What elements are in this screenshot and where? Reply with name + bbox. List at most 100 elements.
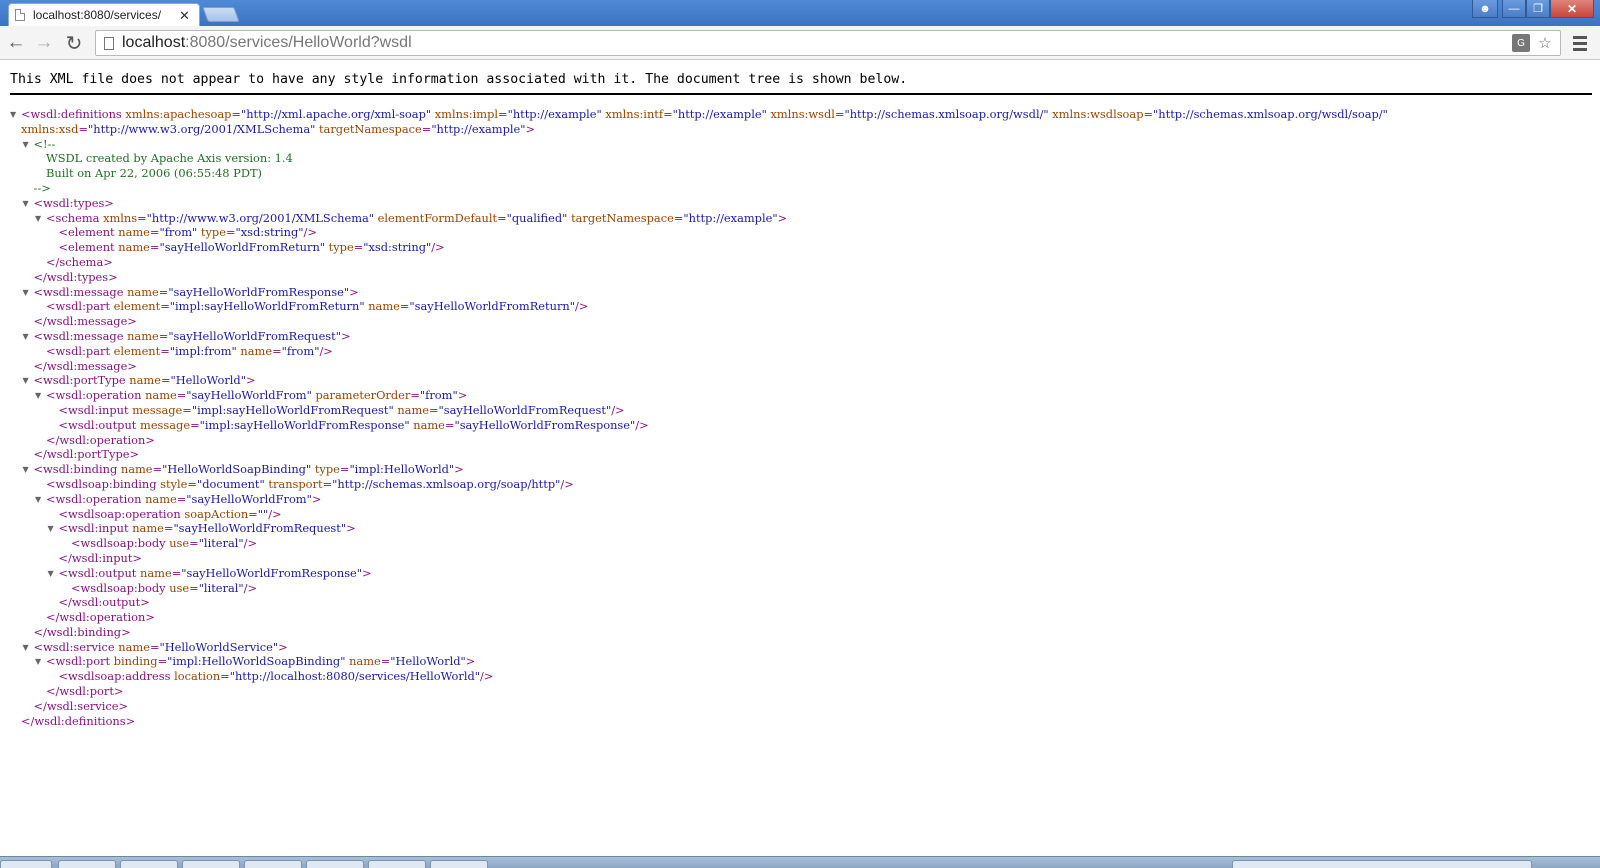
xml-token: /> (635, 417, 649, 432)
xml-token: "literal" (198, 580, 244, 595)
collapse-triangle-icon[interactable]: ▼ (23, 641, 34, 656)
xml-token: "from" (281, 343, 320, 358)
xml-line: ▼ <wsdl:types> (10, 196, 1550, 211)
xml-token: element (113, 343, 161, 358)
taskbar-item[interactable] (182, 860, 240, 868)
reload-icon[interactable]: ↻ (62, 31, 86, 55)
xml-token: /> (574, 299, 589, 314)
xml-token: <wsdl:output (58, 417, 141, 432)
xml-token: <wsdlsoap:address (58, 669, 175, 684)
collapse-triangle-icon[interactable]: ▼ (10, 108, 21, 123)
collapse-triangle-icon[interactable]: ▼ (48, 522, 59, 537)
xml-token: "sayHelloWorldFromResponse" (454, 417, 636, 432)
taskbar-item[interactable] (306, 860, 364, 868)
xml-token: name (118, 639, 150, 654)
xml-line: <wsdl:input message="impl:sayHelloWorldF… (10, 403, 1550, 418)
new-tab-button[interactable] (202, 7, 240, 22)
xml-token: "HelloWorldService" (159, 639, 279, 654)
xml-token: = (220, 669, 230, 684)
xml-token: = (158, 284, 169, 299)
xml-token: "http://xml.apache.org/xml-soap" (240, 107, 432, 121)
restore-button[interactable]: ❐ (1526, 0, 1550, 18)
star-icon[interactable]: ☆ (1536, 34, 1554, 52)
xml-document-tree: ▼ <wsdl:definitions xmlns:apachesoap="htt… (10, 107, 1550, 728)
user-icon[interactable]: ☻ (1472, 0, 1498, 18)
taskbar-item[interactable] (244, 860, 302, 868)
xml-token: name (127, 328, 159, 343)
xml-token: <wsdl:portType (33, 373, 130, 388)
xml-token: xmlns:impl (434, 107, 499, 121)
xml-token: > (777, 210, 788, 225)
xml-token: type (328, 240, 354, 255)
forward-arrow-icon[interactable]: → (32, 31, 56, 55)
xml-token: = (78, 121, 88, 136)
taskbar (0, 856, 1600, 868)
xml-token: <!-- (33, 136, 56, 151)
xml-token: </wsdl:binding> (33, 624, 131, 639)
xml-token: use (169, 536, 190, 551)
xml-line: </wsdl:output> (10, 595, 1550, 610)
collapse-triangle-icon[interactable]: ▼ (23, 286, 34, 301)
collapse-triangle-icon[interactable]: ▼ (35, 655, 46, 670)
xml-token: WSDL created by Apache Axis version: 1.4 (46, 151, 293, 166)
xml-token: "sayHelloWorldFrom" (186, 388, 312, 403)
xml-token: <wsdl:part (46, 343, 114, 358)
xml-token: = (498, 107, 508, 121)
xml-token: = (160, 373, 171, 388)
collapse-triangle-icon[interactable]: ▼ (35, 493, 46, 508)
close-tab-icon[interactable]: ✕ (179, 9, 190, 22)
xml-token: /> (243, 536, 258, 551)
xml-token: /> (303, 225, 317, 240)
xml-line: </wsdl:portType> (10, 447, 1550, 462)
menu-icon[interactable] (1570, 33, 1590, 53)
taskbar-item[interactable] (58, 860, 116, 868)
collapse-triangle-icon[interactable]: ▼ (23, 197, 34, 212)
xml-token: name (145, 491, 177, 506)
collapse-triangle-icon[interactable]: ▼ (23, 463, 34, 478)
xml-line: <wsdlsoap:body use="literal"/> (10, 536, 1550, 551)
collapse-triangle-icon[interactable]: ▼ (35, 389, 46, 404)
xml-token: = (225, 225, 236, 240)
xml-token: </wsdl:definitions> (21, 713, 136, 728)
xml-token: "impl:sayHelloWorldFromRequest" (191, 402, 394, 417)
xml-token: "http://example" (431, 121, 526, 136)
collapse-triangle-icon[interactable]: ▼ (23, 374, 34, 389)
address-bar[interactable]: localhost:8080/services/HelloWorld?wsdl … (95, 30, 1561, 56)
browser-toolbar: ← → ↻ localhost:8080/services/HelloWorld… (0, 26, 1600, 60)
taskbar-item[interactable] (368, 860, 426, 868)
xml-token: "http://www.w3.org/2001/XMLSchema" (88, 121, 316, 136)
xml-token: </wsdl:message> (33, 314, 137, 329)
xml-token: "impl:HelloWorld" (349, 462, 455, 477)
xml-token: > (465, 654, 476, 669)
xml-token: elementFormDefault (377, 210, 498, 225)
xml-token: --> (33, 180, 51, 195)
url-text[interactable]: localhost:8080/services/HelloWorld?wsdl (122, 34, 412, 52)
collapse-triangle-icon[interactable]: ▼ (35, 212, 46, 227)
xml-token: > (349, 284, 359, 299)
xml-token: type (314, 462, 340, 477)
start-button[interactable] (0, 860, 52, 868)
xml-token: "impl:sayHelloWorldFromResponse" (199, 417, 410, 432)
xml-token: "sayHelloWorldFromRequest" (438, 402, 612, 417)
minimize-button[interactable]: — (1502, 0, 1526, 18)
taskbar-item[interactable] (120, 860, 178, 868)
xml-token: <wsdl:output (58, 565, 141, 580)
xml-style-notice: This XML file does not appear to have an… (10, 70, 1592, 95)
collapse-triangle-icon[interactable]: ▼ (23, 330, 34, 345)
xml-token: xmlns:apachesoap (125, 107, 232, 121)
xml-token: = (380, 654, 391, 669)
xml-token: "HelloWorld" (170, 373, 246, 388)
back-arrow-icon[interactable]: ← (4, 31, 28, 55)
xml-token: name (397, 402, 429, 417)
xml-token: = (248, 506, 258, 521)
browser-tab[interactable]: localhost:8080/services/ ✕ (8, 3, 200, 26)
taskbar-item[interactable] (430, 860, 488, 868)
close-window-button[interactable]: ✕ (1550, 0, 1594, 18)
xml-token: <wsdlsoap:binding (46, 476, 161, 491)
collapse-triangle-icon[interactable]: ▼ (48, 567, 59, 582)
collapse-triangle-icon[interactable]: ▼ (23, 138, 34, 153)
translate-icon[interactable]: G (1512, 34, 1530, 52)
xml-line: </wsdl:port> (10, 684, 1550, 699)
xml-line: </wsdl:message> (10, 314, 1550, 329)
xml-token: <wsdl:input (58, 521, 133, 536)
